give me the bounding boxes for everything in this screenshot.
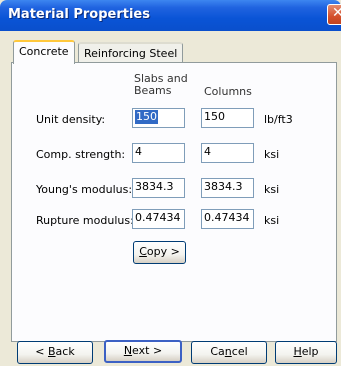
copy-rest: opy > <box>146 245 180 258</box>
close-icon: ✕ <box>332 5 341 21</box>
youngs-modulus-slabs-input[interactable]: 3834.3 <box>132 178 185 198</box>
tab-reinforcing-steel[interactable]: Reinforcing Steel <box>78 42 184 63</box>
tab-concrete[interactable]: Concrete <box>13 40 75 64</box>
rupture-modulus-columns-input[interactable]: 0.47434 <box>201 209 254 229</box>
rupture-modulus-unit: ksi <box>264 214 280 227</box>
slabs-header-line2: Beams <box>134 84 172 97</box>
youngs-modulus-unit: ksi <box>264 183 280 196</box>
unit-density-slabs-input[interactable]: 150 <box>132 108 185 128</box>
comp-strength-columns-input[interactable]: 4 <box>201 143 254 163</box>
tab-panel <box>11 62 337 342</box>
slabs-beams-header: Slabs and Beams <box>134 73 188 97</box>
comp-strength-slabs-input[interactable]: 4 <box>132 143 185 163</box>
comp-strength-label: Comp. strength: <box>36 148 126 161</box>
cancel-pre: Ca <box>210 345 225 358</box>
next-accel: N <box>123 344 133 357</box>
youngs-modulus-columns-input[interactable]: 3834.3 <box>201 178 254 198</box>
columns-header: Columns <box>204 85 252 98</box>
back-rest: ack <box>55 345 75 358</box>
cancel-rest: cel <box>231 345 248 358</box>
back-accel: B <box>48 345 56 358</box>
help-button[interactable]: Help <box>275 341 337 364</box>
cancel-accel: n <box>224 345 232 358</box>
next-rest: ext > <box>132 344 163 357</box>
rupture-modulus-label: Rupture modulus: <box>36 214 134 227</box>
close-button[interactable]: ✕ <box>327 4 341 25</box>
tab-concrete-label: Concrete <box>19 45 69 58</box>
tab-reinforcing-steel-label: Reinforcing Steel <box>84 47 178 60</box>
help-rest: elp <box>301 345 319 358</box>
back-button[interactable]: < Back <box>17 341 93 364</box>
unit-density-label: Unit density: <box>36 113 106 126</box>
copy-button[interactable]: Copy > <box>133 241 186 264</box>
rupture-modulus-slabs-input[interactable]: 0.47434 <box>132 209 185 229</box>
window-title: Material Properties <box>8 7 150 22</box>
comp-strength-unit: ksi <box>264 148 280 161</box>
copy-accel: C <box>139 245 147 258</box>
help-accel: H <box>293 345 302 358</box>
unit-density-slabs-value: 150 <box>135 110 158 124</box>
unit-density-unit: lb/ft3 <box>264 113 293 126</box>
title-bar: Material Properties ✕ <box>0 0 341 31</box>
youngs-modulus-label: Young's modulus: <box>36 183 133 196</box>
next-button[interactable]: Next > <box>104 340 182 363</box>
back-pre: < <box>35 345 48 358</box>
cancel-button[interactable]: Cancel <box>191 341 267 364</box>
unit-density-columns-input[interactable]: 150 <box>201 108 254 128</box>
